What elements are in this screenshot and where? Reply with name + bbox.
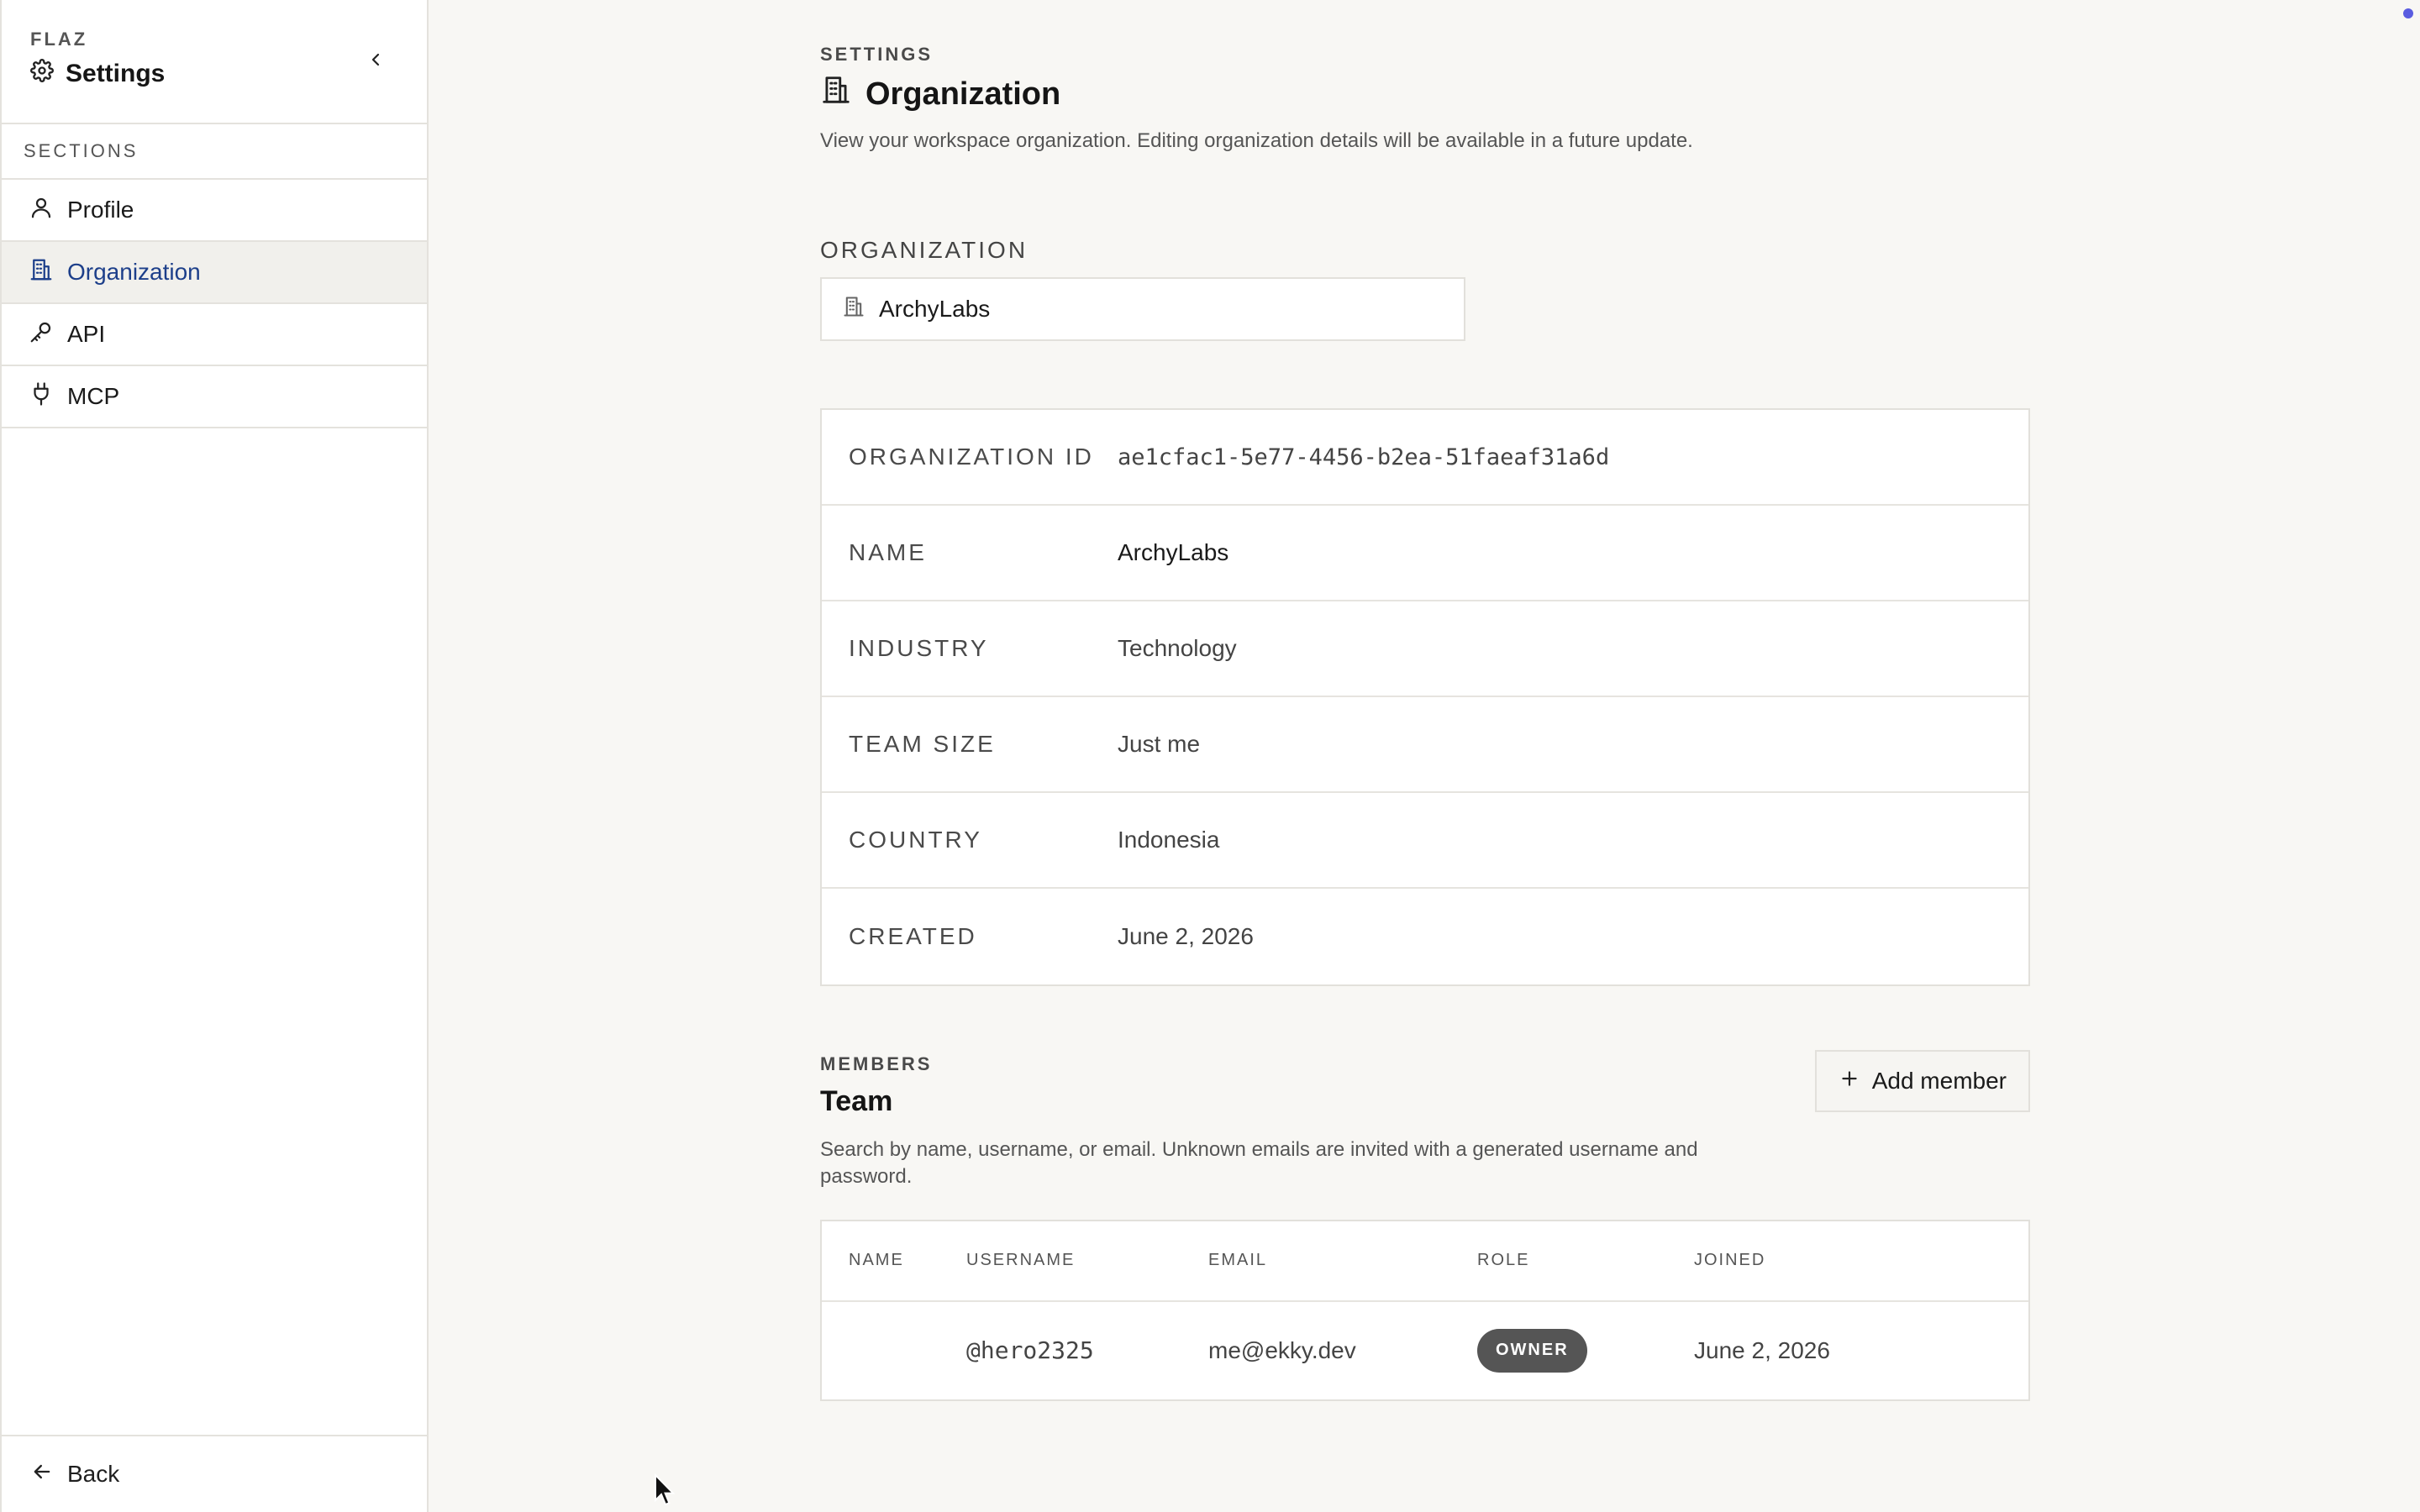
detail-row-created: CREATED June 2, 2026 xyxy=(822,889,2028,984)
back-button[interactable]: Back xyxy=(2,1435,427,1512)
detail-key: TEAM SIZE xyxy=(849,731,996,757)
column-header-role: ROLE xyxy=(1477,1251,1530,1270)
detail-key: INDUSTRY xyxy=(849,635,989,661)
gear-icon xyxy=(30,59,54,89)
detail-value: ae1cfac1-5e77-4456-b2ea-51faeaf31a6d xyxy=(1118,444,1610,470)
page-description: View your workspace organization. Editin… xyxy=(820,129,1693,152)
add-member-label: Add member xyxy=(1871,1068,2007,1094)
main-content: SETTINGS Organization View your workspac… xyxy=(820,0,2030,1401)
sidebar-header: FLAZ Settings xyxy=(2,0,427,124)
sidebar: FLAZ Settings SECTIONS Profile Organizat… xyxy=(0,0,429,1512)
page-eyebrow: SETTINGS xyxy=(820,44,934,65)
role-badge: OWNER xyxy=(1477,1328,1587,1373)
detail-row-team-size: TEAM SIZE Just me xyxy=(822,697,2028,793)
detail-row-organization-id: ORGANIZATION ID ae1cfac1-5e77-4456-b2ea-… xyxy=(822,410,2028,506)
detail-value: Technology xyxy=(1118,635,1237,661)
member-username: @hero2325 xyxy=(966,1336,1094,1365)
organization-field-label: ORGANIZATION xyxy=(820,237,1028,263)
detail-value: June 2, 2026 xyxy=(1118,923,1254,949)
sidebar-item-api[interactable]: API xyxy=(2,304,427,366)
detail-key: CREATED xyxy=(849,923,977,949)
user-icon xyxy=(29,195,54,226)
collapse-sidebar-button[interactable] xyxy=(363,49,388,74)
column-header-email: EMAIL xyxy=(1208,1251,1268,1270)
key-icon xyxy=(29,319,54,350)
plug-icon xyxy=(29,381,54,412)
back-label: Back xyxy=(67,1461,120,1487)
organization-details-table: ORGANIZATION ID ae1cfac1-5e77-4456-b2ea-… xyxy=(820,408,2030,986)
column-header-joined: JOINED xyxy=(1694,1251,1766,1270)
members-table-header: NAME USERNAME EMAIL ROLE JOINED xyxy=(822,1221,2028,1302)
building-icon xyxy=(842,295,865,324)
detail-key: COUNTRY xyxy=(849,827,982,853)
page-header: SETTINGS Organization View your workspac… xyxy=(820,44,2030,153)
team-description: Search by name, username, or email. Unkn… xyxy=(820,1138,1698,1189)
detail-row-name: NAME ArchyLabs xyxy=(822,506,2028,601)
members-table: NAME USERNAME EMAIL ROLE JOINED @hero232… xyxy=(820,1219,2030,1401)
sidebar-item-organization[interactable]: Organization xyxy=(2,242,427,304)
detail-value: Just me xyxy=(1118,731,1201,757)
building-icon xyxy=(29,257,54,288)
sidebar-item-profile[interactable]: Profile xyxy=(2,180,427,242)
chevron-left-icon xyxy=(366,50,386,74)
members-header: MEMBERS Team Search by name, username, o… xyxy=(820,1050,2030,1191)
sidebar-item-label: MCP xyxy=(67,383,120,409)
arrow-left-icon xyxy=(30,1460,54,1489)
member-role: OWNER xyxy=(1477,1328,1694,1373)
sections-label: SECTIONS xyxy=(2,124,427,180)
sidebar-item-label: Profile xyxy=(67,197,134,223)
member-email: me@ekky.dev xyxy=(1208,1336,1356,1363)
plus-icon xyxy=(1839,1068,1860,1095)
sidebar-item-mcp[interactable]: MCP xyxy=(2,366,427,428)
building-icon xyxy=(820,74,852,114)
detail-value: Indonesia xyxy=(1118,827,1220,853)
detail-key: NAME xyxy=(849,539,927,565)
organization-field-value: ArchyLabs xyxy=(879,296,991,322)
page-title-label: Organization xyxy=(865,76,1061,112)
page-title: Organization xyxy=(820,74,2030,114)
detail-value: ArchyLabs xyxy=(1118,539,1229,565)
detail-row-country: COUNTRY Indonesia xyxy=(822,793,2028,889)
brand-label: FLAZ xyxy=(30,29,88,50)
column-header-username: USERNAME xyxy=(966,1251,1076,1270)
organization-field: ArchyLabs xyxy=(820,277,1465,341)
member-joined: June 2, 2026 xyxy=(1694,1336,1830,1363)
add-member-button[interactable]: Add member xyxy=(1814,1050,2030,1112)
sidebar-title-label: Settings xyxy=(66,60,166,87)
sidebar-item-label: Organization xyxy=(67,259,201,285)
status-dot xyxy=(2403,8,2413,18)
mouse-cursor-icon xyxy=(655,1473,676,1506)
detail-key: ORGANIZATION ID xyxy=(849,444,1094,470)
detail-row-industry: INDUSTRY Technology xyxy=(822,601,2028,697)
sidebar-item-label: API xyxy=(67,321,106,347)
table-row: @hero2325 me@ekky.dev OWNER June 2, 2026 xyxy=(822,1302,2028,1399)
column-header-name: NAME xyxy=(849,1251,904,1270)
